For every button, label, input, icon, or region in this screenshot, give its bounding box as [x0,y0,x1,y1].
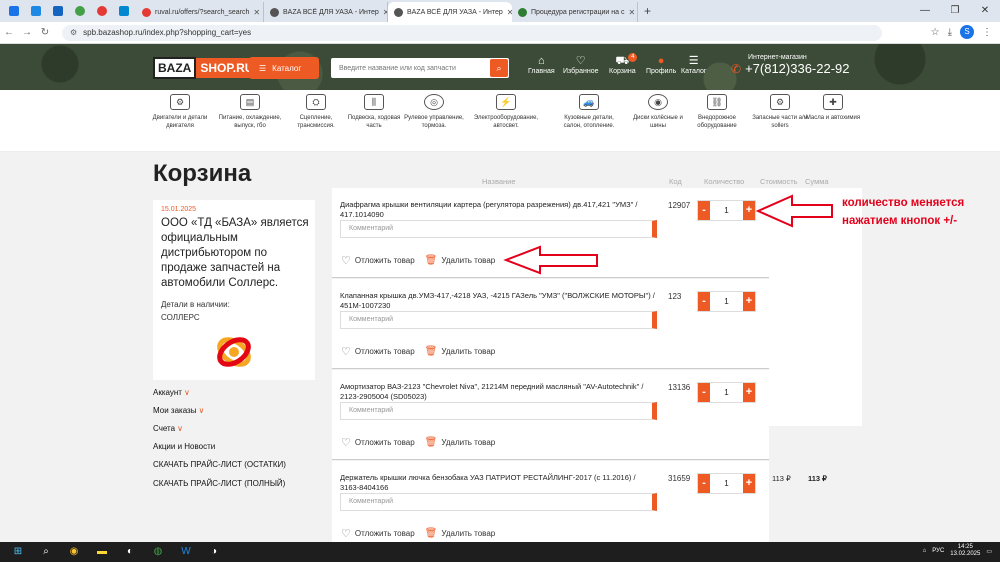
app-icon[interactable]: ◑ [206,545,222,559]
annotation-text: количество меняется нажатием кнопок +/- [842,197,965,227]
folder-icon[interactable]: ▬ [94,545,110,559]
search-icon[interactable]: ⌕ [38,545,54,559]
notification-icon[interactable]: ▭ [986,548,992,555]
chrome-icon[interactable]: ◉ [66,545,82,559]
clock[interactable]: 14:25 13.02.2025 [950,544,980,558]
clock-time: 14:25 [957,544,973,550]
taskbar: ⊞ ⌕ ◉ ▬ ◐ ◍ W ◑ ⌂ РУС 14:25 13.02.2025 ▭ [0,542,1000,562]
whatsapp-icon[interactable]: ◍ [150,545,166,559]
network-icon[interactable]: ⌂ [923,548,927,554]
word-icon[interactable]: W [178,545,194,559]
arrow-to-stepper [755,194,833,228]
app-icon[interactable]: ◐ [122,545,138,559]
windows-start-icon[interactable]: ⊞ [10,545,26,559]
clock-date: 13.02.2025 [950,551,981,557]
annotation-arrows [503,194,833,275]
arrow-to-delete [503,245,598,275]
system-tray: ⌂ РУС 14:25 13.02.2025 ▭ [923,544,992,558]
language-indicator[interactable]: РУС [932,548,944,554]
